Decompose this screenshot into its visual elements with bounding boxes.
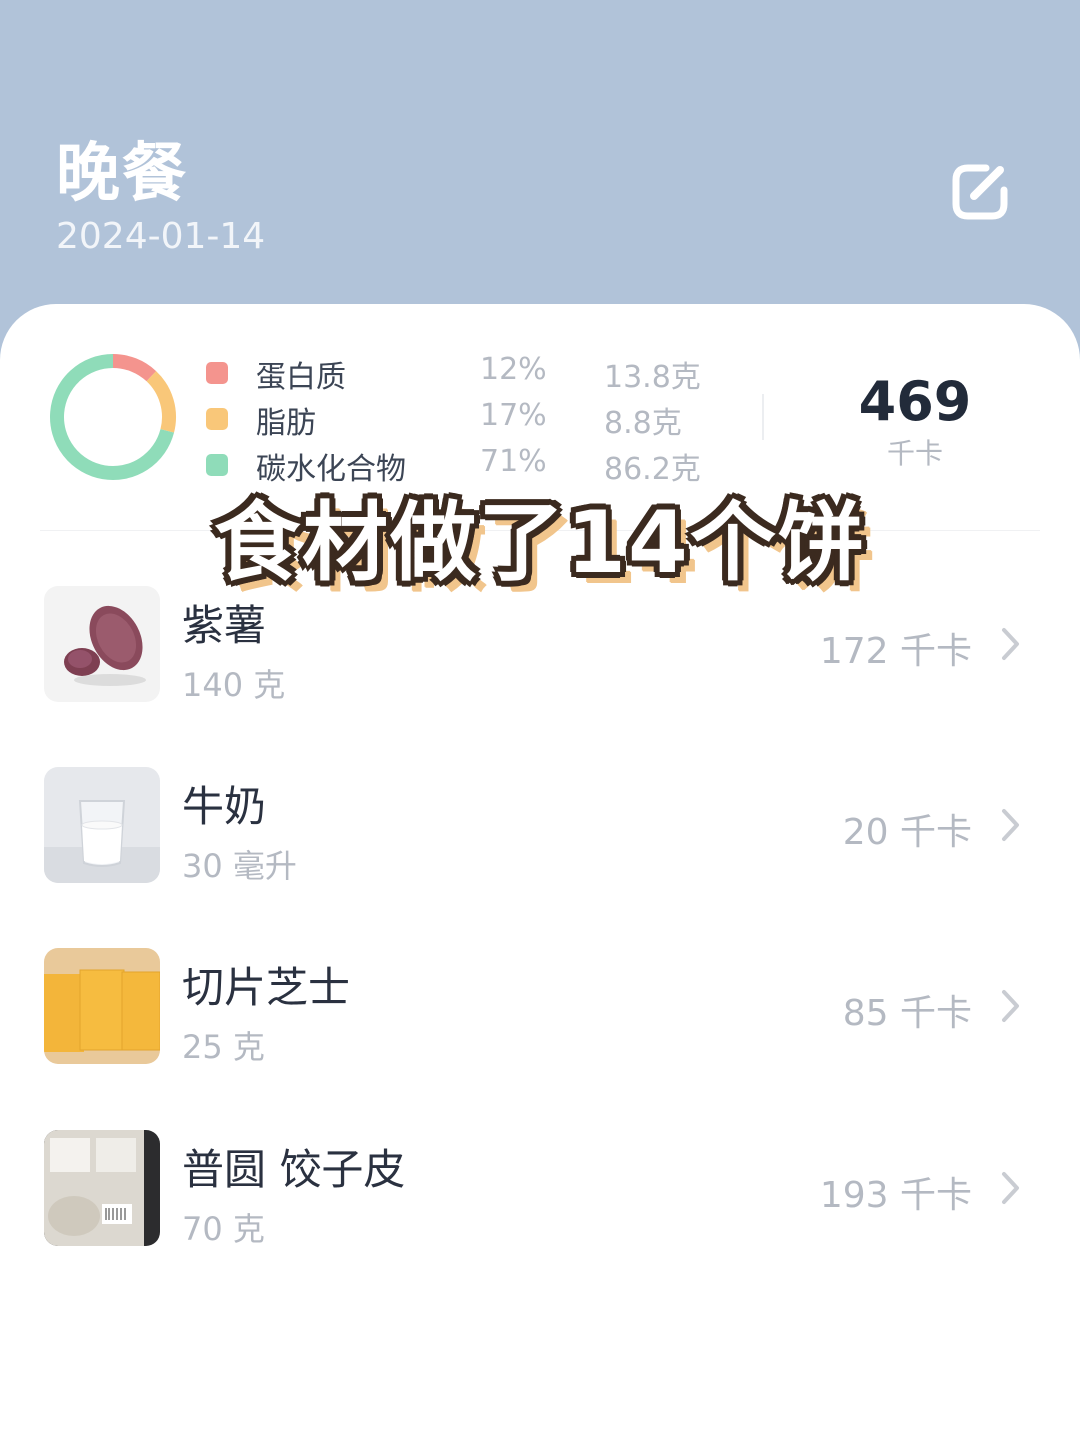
page-header: 晚餐 2024-01-14 — [0, 0, 1080, 330]
food-name: 紫薯 — [182, 601, 267, 650]
edit-button[interactable] — [946, 156, 1016, 226]
chevron-right-icon — [1002, 628, 1019, 660]
food-calories: 172 千卡 — [819, 631, 972, 672]
food-name: 切片芝士 — [182, 963, 351, 1012]
cheese-slice-image — [44, 948, 160, 1064]
food-name: 普圆 饺子皮 — [182, 1145, 406, 1194]
edit-icon — [952, 164, 1008, 220]
purple-sweet-potato-image — [44, 586, 160, 702]
food-item-milk[interactable]: 牛奶 30 毫升 20 千卡 — [0, 767, 1080, 887]
protein-color-dot — [206, 362, 228, 384]
overlay-caption: 食材做了14个饼 — [214, 493, 866, 593]
food-calories: 193 千卡 — [819, 1175, 972, 1216]
food-quantity: 140 克 — [182, 666, 286, 704]
food-name: 牛奶 — [182, 782, 267, 831]
chevron-right-icon — [1002, 809, 1019, 841]
macro-row-fat: 脂肪 17% 8.8克 — [0, 398, 760, 441]
fat-color-dot — [206, 408, 228, 430]
calories-unit: 千卡 — [886, 437, 943, 470]
food-item-dumpling-wrapper[interactable]: 普圆 饺子皮 70 克 193 千卡 — [0, 1130, 1080, 1250]
macro-percent: 12% — [480, 352, 547, 387]
page-title: 晚餐 — [56, 137, 188, 211]
macro-row-protein: 蛋白质 12% 13.8克 — [0, 352, 760, 395]
macro-percent: 17% — [480, 398, 547, 433]
macro-name: 脂肪 — [256, 406, 316, 441]
macro-amount: 8.8克 — [604, 406, 682, 441]
food-item-cheese-slice[interactable]: 切片芝士 25 克 85 千卡 — [0, 948, 1080, 1068]
food-calories: 20 千卡 — [842, 812, 972, 853]
summary-divider — [762, 394, 764, 440]
macro-amount: 13.8克 — [604, 360, 701, 395]
food-quantity: 25 克 — [182, 1028, 265, 1066]
food-item-purple-sweet-potato[interactable]: 紫薯 140 克 172 千卡 — [0, 586, 1080, 706]
dumpling-wrapper-package-image — [44, 1130, 160, 1246]
macro-name: 蛋白质 — [256, 360, 346, 395]
food-calories: 85 千卡 — [842, 993, 972, 1034]
food-quantity: 30 毫升 — [182, 847, 297, 885]
milk-glass-image — [44, 767, 160, 883]
total-calories: 469 — [858, 370, 972, 433]
meal-date: 2024-01-14 — [56, 216, 266, 257]
chevron-right-icon — [1002, 1172, 1019, 1204]
food-quantity: 70 克 — [182, 1210, 265, 1248]
chevron-right-icon — [1002, 990, 1019, 1022]
